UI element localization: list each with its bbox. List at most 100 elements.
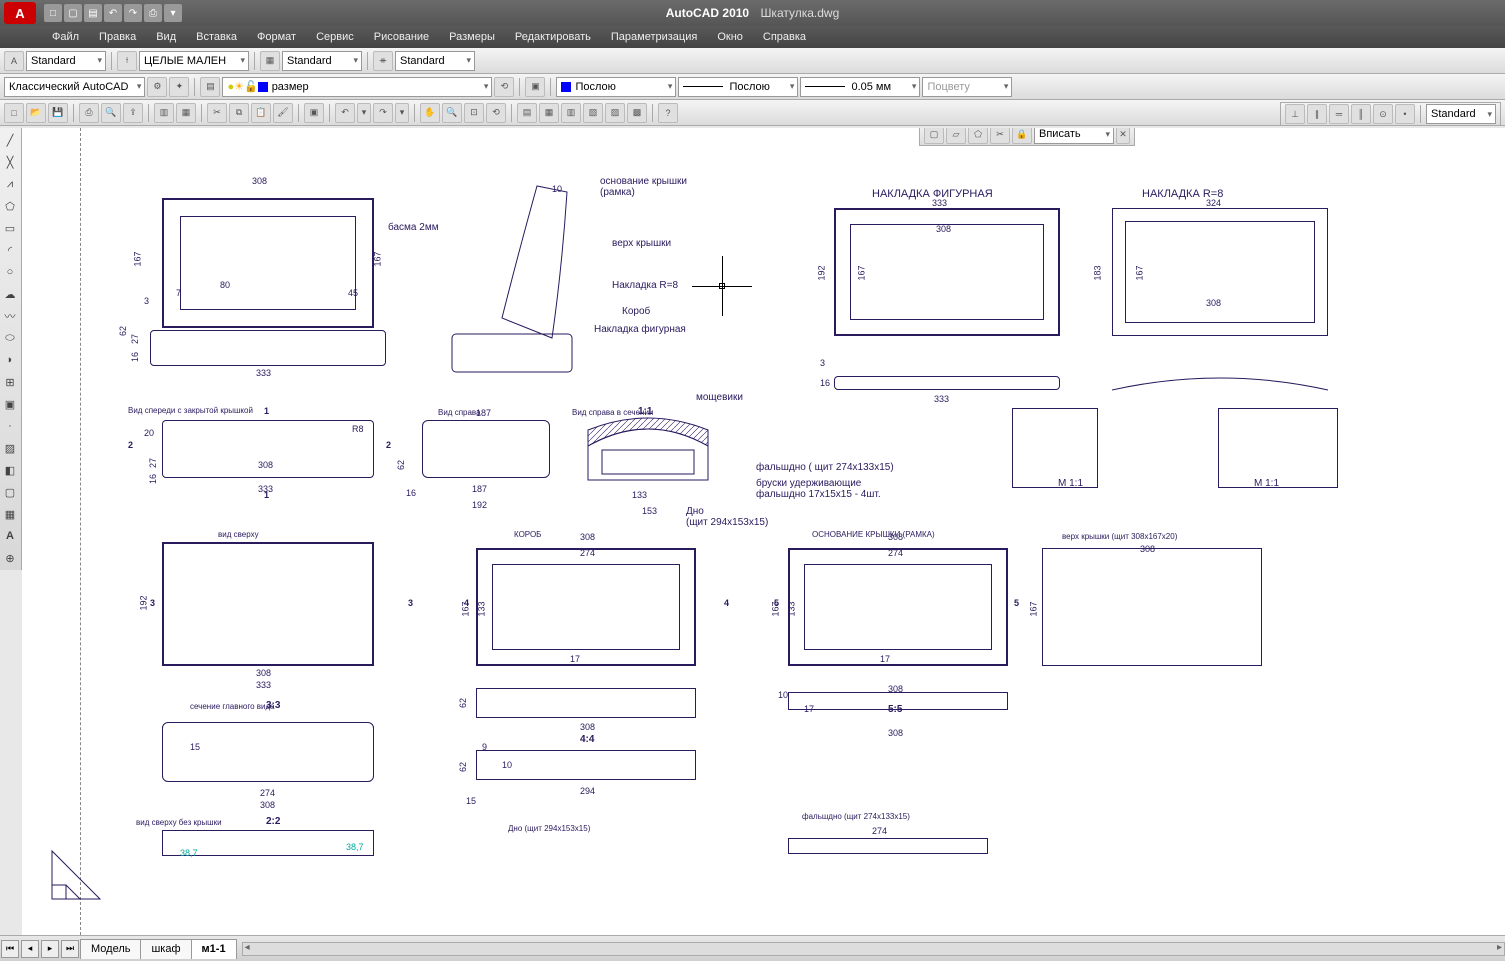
menu-dimension[interactable]: Размеры: [439, 31, 505, 43]
tab-nav-first-icon[interactable]: ⏮: [1, 940, 19, 958]
table-style-combo[interactable]: Standard: [282, 51, 362, 71]
redo-icon[interactable]: ↷: [373, 103, 393, 123]
xline-icon[interactable]: ╳: [0, 152, 20, 172]
qat-save-icon[interactable]: ▤: [84, 4, 102, 22]
tab-shkaf[interactable]: шкаф: [140, 939, 191, 959]
menu-draw[interactable]: Рисование: [364, 31, 439, 43]
layer-combo[interactable]: ● ☀ 🔓 размер: [222, 77, 492, 97]
table-icon[interactable]: ▦: [0, 504, 20, 524]
addselect-icon[interactable]: ⊕: [0, 548, 20, 568]
workspace-settings-icon[interactable]: ⚙: [147, 77, 167, 97]
text-style-icon[interactable]: A: [4, 51, 24, 71]
color-combo[interactable]: Послою: [556, 77, 676, 97]
horizontal-scrollbar[interactable]: [242, 942, 1505, 956]
tab-nav-prev-icon[interactable]: ◂: [21, 940, 39, 958]
revcloud-icon[interactable]: ☁: [0, 284, 20, 304]
constraint-horiz-icon[interactable]: ═: [1329, 104, 1349, 124]
redo-dropdown-icon[interactable]: ▾: [395, 103, 409, 123]
point-icon[interactable]: ·: [0, 416, 20, 436]
workspace-gear-icon[interactable]: ✦: [169, 77, 189, 97]
table-style-icon[interactable]: ▦: [260, 51, 280, 71]
new-icon[interactable]: □: [4, 103, 24, 123]
undo-dropdown-icon[interactable]: ▾: [357, 103, 371, 123]
quickcalc-icon[interactable]: ▩: [627, 103, 647, 123]
lineweight-combo[interactable]: 0.05 мм: [800, 77, 920, 97]
tab-m1-1[interactable]: м1-1: [191, 939, 237, 959]
app-logo[interactable]: A: [4, 2, 36, 24]
constraint-perp-icon[interactable]: ⊥: [1285, 104, 1305, 124]
drawing-area[interactable]: ▢ ▱ ⬠ ✂ 🔒 Вписать ✕ НАКЛАДКА ФИГУРНАЯ НА…: [22, 128, 1505, 935]
constraint-vert-icon[interactable]: ║: [1351, 104, 1371, 124]
design-center-icon[interactable]: ▦: [539, 103, 559, 123]
insert-block-icon[interactable]: ⊞: [0, 372, 20, 392]
layer-state-icon[interactable]: ▣: [525, 77, 545, 97]
markup-icon[interactable]: ▨: [605, 103, 625, 123]
ellipse-icon[interactable]: ⬭: [0, 328, 20, 348]
plot-preview-icon[interactable]: 🔍: [101, 103, 121, 123]
qat-undo-icon[interactable]: ↶: [104, 4, 122, 22]
menu-file[interactable]: Файл: [42, 31, 89, 43]
constraint-std-combo[interactable]: Standard: [1426, 104, 1496, 124]
batch-icon[interactable]: ▦: [176, 103, 196, 123]
tab-nav-next-icon[interactable]: ▸: [41, 940, 59, 958]
properties-icon[interactable]: ▤: [517, 103, 537, 123]
qat-redo-icon[interactable]: ↷: [124, 4, 142, 22]
menu-parametric[interactable]: Параметризация: [601, 31, 707, 43]
zoom-previous-icon[interactable]: ⟲: [486, 103, 506, 123]
spline-icon[interactable]: 〰: [0, 306, 20, 326]
open-icon[interactable]: 📂: [26, 103, 46, 123]
sheet-set-icon[interactable]: ▥: [154, 103, 174, 123]
paste-icon[interactable]: 📋: [251, 103, 271, 123]
tool-palettes-icon[interactable]: ▥: [561, 103, 581, 123]
menu-window[interactable]: Окно: [707, 31, 753, 43]
linetype-combo[interactable]: Послою: [678, 77, 798, 97]
qat-dropdown-icon[interactable]: ▾: [164, 4, 182, 22]
arc-icon[interactable]: ◜: [0, 240, 20, 260]
copy-icon[interactable]: ⧉: [229, 103, 249, 123]
menu-help[interactable]: Справка: [753, 31, 816, 43]
pan-icon[interactable]: ✋: [420, 103, 440, 123]
polyline-icon[interactable]: ⩘: [0, 174, 20, 194]
hatch-icon[interactable]: ▨: [0, 438, 20, 458]
menu-modify[interactable]: Редактировать: [505, 31, 601, 43]
line-icon[interactable]: ╱: [0, 130, 20, 150]
zoom-window-icon[interactable]: ⊡: [464, 103, 484, 123]
help-icon[interactable]: ?: [658, 103, 678, 123]
constraint-coincident-icon[interactable]: •: [1395, 104, 1415, 124]
plotstyle-combo[interactable]: Поцвету: [922, 77, 1012, 97]
tab-nav-last-icon[interactable]: ⏭: [61, 940, 79, 958]
zoom-realtime-icon[interactable]: 🔍: [442, 103, 462, 123]
qat-open-icon[interactable]: ▢: [64, 4, 82, 22]
undo-icon[interactable]: ↶: [335, 103, 355, 123]
cut-icon[interactable]: ✂: [207, 103, 227, 123]
save-icon[interactable]: 💾: [48, 103, 68, 123]
qat-print-icon[interactable]: ⎙: [144, 4, 162, 22]
plot-icon[interactable]: ⎙: [79, 103, 99, 123]
ellipse-arc-icon[interactable]: ◗: [0, 350, 20, 370]
text-style-combo[interactable]: Standard: [26, 51, 106, 71]
sheet-set-mgr-icon[interactable]: ▧: [583, 103, 603, 123]
layer-prev-icon[interactable]: ⟲: [494, 77, 514, 97]
menu-edit[interactable]: Правка: [89, 31, 146, 43]
layer-manager-icon[interactable]: ▤: [200, 77, 220, 97]
make-block-icon[interactable]: ▣: [0, 394, 20, 414]
workspace-combo[interactable]: Классический AutoCAD: [4, 77, 145, 97]
match-prop-icon[interactable]: 🖌: [273, 103, 293, 123]
menu-tools[interactable]: Сервис: [306, 31, 364, 43]
publish-icon[interactable]: ⇪: [123, 103, 143, 123]
mleader-style-icon[interactable]: ᚑ: [373, 51, 393, 71]
menu-format[interactable]: Формат: [247, 31, 306, 43]
constraint-tangent-icon[interactable]: ⊙: [1373, 104, 1393, 124]
dim-style-combo[interactable]: ЦЕЛЫЕ МАЛЕН: [139, 51, 249, 71]
rectangle-icon[interactable]: ▭: [0, 218, 20, 238]
circle-icon[interactable]: ○: [0, 262, 20, 282]
tab-model[interactable]: Модель: [80, 939, 141, 959]
constraint-parallel-icon[interactable]: ∥: [1307, 104, 1327, 124]
mleader-style-combo[interactable]: Standard: [395, 51, 475, 71]
block-editor-icon[interactable]: ▣: [304, 103, 324, 123]
polygon-icon[interactable]: ⬠: [0, 196, 20, 216]
gradient-icon[interactable]: ◧: [0, 460, 20, 480]
dim-style-icon[interactable]: ⟊: [117, 51, 137, 71]
qat-new-icon[interactable]: □: [44, 4, 62, 22]
menu-insert[interactable]: Вставка: [186, 31, 247, 43]
